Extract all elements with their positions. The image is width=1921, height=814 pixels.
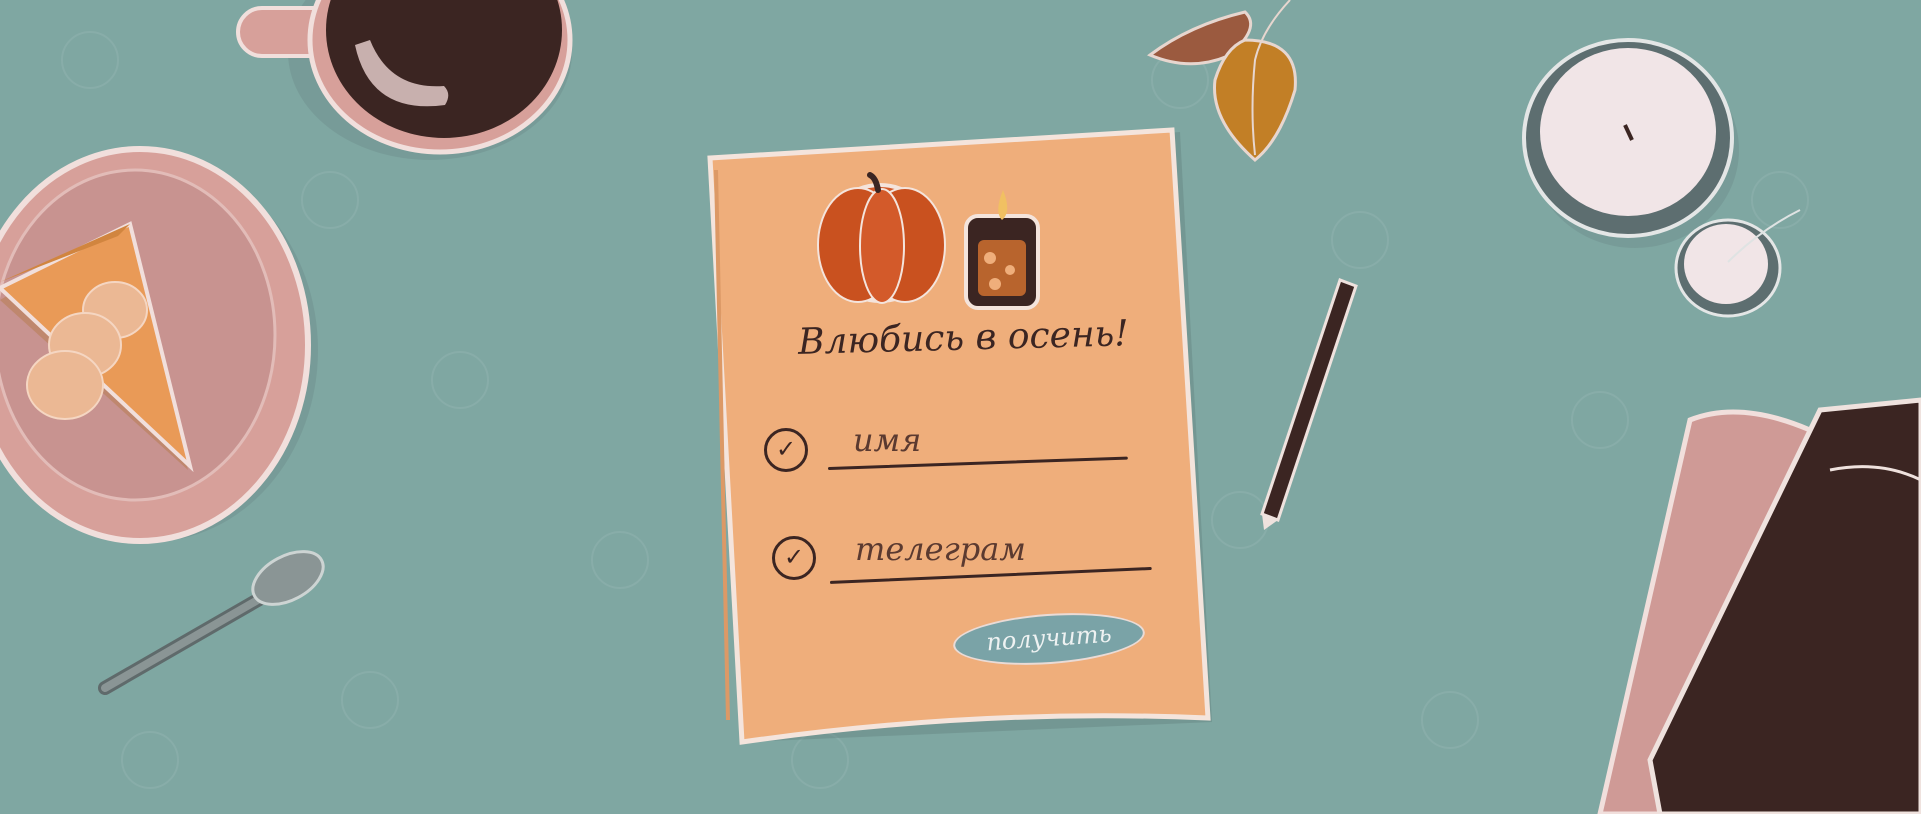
- checkmark-icon: ✓: [772, 536, 816, 580]
- name-field-label: имя: [853, 421, 922, 459]
- get-button[interactable]: получить: [951, 607, 1147, 671]
- telegram-field-label: телеграм: [855, 530, 1026, 568]
- signup-form: Влюбись в осень! ✓ имя ✓ телеграм получи…: [0, 0, 1921, 814]
- form-title: Влюбись в осень!: [797, 313, 1130, 363]
- checkmark-icon: ✓: [764, 428, 808, 472]
- telegram-input-line[interactable]: [829, 566, 1152, 584]
